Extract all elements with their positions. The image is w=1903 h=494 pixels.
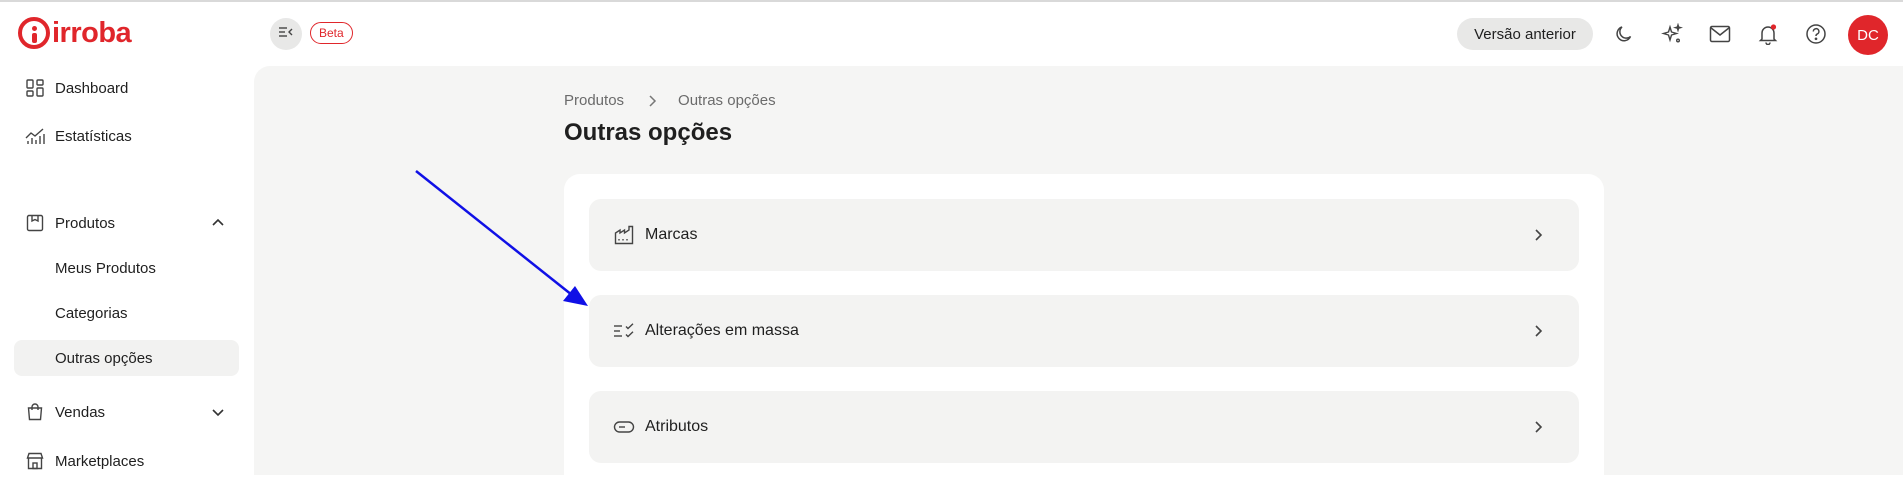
sidebar-subitem-my-products[interactable]: Meus Produtos (14, 250, 239, 286)
brand-name: irroba (52, 17, 132, 49)
option-bulk-changes[interactable]: Alterações em massa (589, 295, 1579, 367)
chevron-right-icon (1529, 418, 1547, 436)
sidebar-item-products[interactable]: Produtos (14, 205, 239, 241)
sidebar-item-statistics[interactable]: Estatísticas (14, 118, 239, 154)
factory-icon (613, 224, 635, 246)
chevron-right-icon (644, 93, 660, 109)
option-brands[interactable]: Marcas (589, 199, 1579, 271)
sidebar-subitem-other-options[interactable]: Outras opções (14, 340, 239, 376)
chevron-right-icon (1529, 322, 1547, 340)
previous-version-button[interactable]: Versão anterior (1457, 18, 1593, 50)
option-label: Alterações em massa (645, 322, 799, 339)
option-attributes[interactable]: Atributos (589, 391, 1579, 463)
top-border (0, 0, 1903, 2)
mail-icon[interactable] (1708, 22, 1732, 46)
sidebar: irroba Dashboard Estatísticas Produtos M… (0, 2, 254, 475)
beta-badge: Beta (310, 22, 353, 44)
help-icon[interactable] (1804, 22, 1828, 46)
chevron-down-icon[interactable] (209, 403, 227, 421)
main-content: Produtos Outras opções Outras opções Mar… (254, 66, 1903, 494)
chevron-right-icon (1529, 226, 1547, 244)
moon-icon[interactable] (1612, 22, 1636, 46)
sparkle-icon[interactable] (1660, 22, 1684, 46)
page-title: Outras opções (564, 119, 733, 146)
sidebar-item-dashboard[interactable]: Dashboard (14, 70, 239, 106)
sidebar-item-label: Dashboard (55, 79, 129, 97)
options-panel: Marcas Alterações em massa Atributos (564, 174, 1604, 494)
sidebar-item-marketplaces[interactable]: Marketplaces (14, 443, 239, 479)
breadcrumb-item-current: Outras opções (678, 92, 776, 109)
sidebar-item-label: Vendas (55, 403, 106, 421)
marketplace-store-icon (25, 451, 45, 471)
statistics-chart-icon (25, 126, 45, 146)
logo-mark-icon (18, 17, 50, 49)
option-label: Atributos (645, 418, 709, 435)
user-avatar[interactable]: DC (1848, 15, 1888, 55)
dashboard-grid-icon (25, 78, 45, 98)
tag-attribute-icon (613, 416, 635, 438)
products-box-icon (25, 213, 45, 233)
sidebar-item-label: Marketplaces (55, 452, 145, 470)
option-label: Marcas (645, 226, 698, 243)
bulk-edit-checklist-icon (613, 320, 635, 342)
sidebar-item-label: Estatísticas (55, 127, 132, 145)
chevron-up-icon[interactable] (209, 214, 227, 232)
sidebar-subitem-categories[interactable]: Categorias (14, 295, 239, 331)
bell-icon[interactable] (1756, 22, 1780, 46)
collapse-menu-icon (278, 25, 294, 44)
sales-bag-icon (25, 402, 45, 422)
brand-logo[interactable]: irroba (18, 17, 132, 49)
breadcrumb-item-products[interactable]: Produtos (564, 92, 624, 109)
sidebar-item-sales[interactable]: Vendas (14, 394, 239, 430)
breadcrumb: Produtos Outras opções (564, 92, 776, 109)
collapse-sidebar-button[interactable] (270, 18, 302, 50)
sidebar-item-label: Produtos (55, 214, 116, 232)
